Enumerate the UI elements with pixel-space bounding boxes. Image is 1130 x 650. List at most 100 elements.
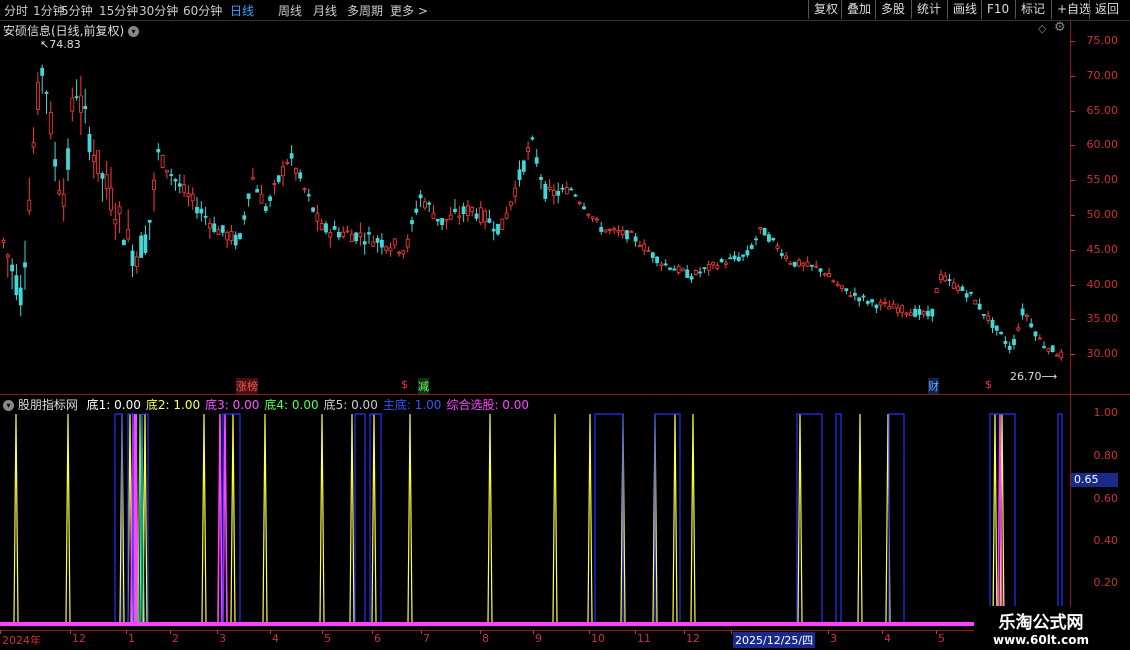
- candle-body: [229, 231, 234, 241]
- diamond-icon[interactable]: ◇: [1038, 22, 1046, 35]
- tab-period-3[interactable]: 15分钟: [99, 2, 138, 19]
- date-tick: 6: [374, 632, 381, 645]
- event-marker[interactable]: 涨榜: [236, 378, 258, 394]
- candle-body: [207, 222, 212, 229]
- candle-body: [345, 230, 350, 233]
- candle-body: [79, 95, 83, 113]
- price-tick-mark: [1071, 111, 1075, 112]
- signal-spike: [371, 413, 377, 623]
- candle-body: [956, 286, 960, 291]
- tab-period-1[interactable]: 1分钟: [33, 2, 65, 19]
- candle-body: [896, 307, 900, 314]
- candle-body: [1029, 323, 1034, 328]
- event-marker[interactable]: 财: [928, 378, 939, 394]
- toolbar-button-3[interactable]: 统计: [911, 0, 946, 19]
- gear-icon[interactable]: ⚙: [1054, 20, 1066, 35]
- candle-body: [827, 273, 831, 278]
- candle-body: [478, 207, 483, 223]
- candle-body: [435, 218, 440, 222]
- tab-period-0[interactable]: 分时: [4, 2, 28, 19]
- toolbar-button-8[interactable]: 返回: [1089, 0, 1124, 19]
- candle-body: [104, 174, 109, 189]
- candle-body: [410, 220, 414, 225]
- candle-body: [87, 133, 92, 153]
- candle-body: [595, 218, 599, 221]
- signal-spike: [201, 413, 207, 623]
- toolbar-button-1[interactable]: 叠加: [841, 0, 876, 19]
- candle-body: [676, 265, 681, 273]
- indicator-tick: 1.00: [1093, 406, 1119, 419]
- candle-body: [66, 148, 70, 170]
- price-tick-mark: [1071, 285, 1075, 286]
- date-tick: 1: [128, 632, 135, 645]
- candle-body: [930, 308, 935, 317]
- tab-period-5[interactable]: 60分钟: [183, 2, 222, 19]
- candle-body: [810, 264, 814, 267]
- toolbar-button-4[interactable]: 画线: [947, 0, 982, 19]
- date-tick-mark: [936, 630, 937, 634]
- candle-body: [857, 297, 862, 302]
- date-tick-mark: [882, 630, 883, 634]
- toolbar-button-0[interactable]: 复权: [808, 0, 843, 19]
- candle-body: [530, 137, 535, 140]
- candle-body: [147, 219, 152, 223]
- candle-body: [822, 273, 827, 276]
- candle-body: [994, 325, 999, 331]
- candle-body: [853, 292, 857, 296]
- candle-body: [508, 201, 513, 206]
- toolbar-button-2[interactable]: 多股: [875, 0, 910, 19]
- tab-period-2[interactable]: 5分钟: [61, 2, 93, 19]
- toolbar-button-6[interactable]: 标记: [1015, 0, 1050, 19]
- indicator-tick: 0.60: [1093, 492, 1119, 505]
- candle-body: [982, 313, 986, 316]
- candle-body: [341, 231, 346, 237]
- candle-body: [689, 276, 694, 280]
- event-marker[interactable]: 减: [418, 378, 429, 394]
- date-tick: 12: [72, 632, 86, 645]
- candlestick-chart[interactable]: [0, 36, 1070, 394]
- candle-body: [233, 234, 238, 246]
- candle-body: [238, 233, 242, 239]
- candle-body: [865, 301, 870, 304]
- candle-body: [848, 295, 853, 297]
- candle-body: [491, 228, 496, 232]
- candle-body: [607, 229, 612, 231]
- candle-body: [1012, 338, 1016, 346]
- tab-period-6[interactable]: 日线: [230, 2, 254, 19]
- candle-body: [921, 311, 926, 315]
- candle-body: [612, 228, 616, 231]
- main-bottom-pulse: [594, 413, 624, 622]
- watermark-url: www.60lt.com: [992, 633, 1090, 647]
- tab-period-10[interactable]: 更多 >: [390, 2, 428, 19]
- candle-body: [324, 223, 328, 233]
- candle-body: [934, 287, 939, 294]
- candle-body: [719, 258, 724, 263]
- toolbar-button-5[interactable]: F10: [981, 0, 1014, 19]
- tab-period-9[interactable]: 多周期: [347, 2, 383, 19]
- tab-period-7[interactable]: 周线: [278, 2, 302, 19]
- candle-body: [48, 112, 53, 135]
- event-marker[interactable]: $: [985, 378, 992, 391]
- event-marker[interactable]: $: [401, 378, 408, 391]
- watermark-logo: 乐淘公式网 www.60lt.com: [974, 606, 1108, 648]
- candle-body: [629, 231, 634, 233]
- date-tick: 11: [637, 632, 651, 645]
- candle-body: [908, 312, 913, 317]
- candle-body: [633, 236, 638, 242]
- candle-body: [418, 194, 423, 199]
- price-tick: 65.00: [1086, 104, 1119, 117]
- tab-period-8[interactable]: 月线: [313, 2, 337, 19]
- price-tick-mark: [1071, 76, 1075, 77]
- candle-body: [526, 147, 530, 152]
- candle-body: [298, 172, 303, 179]
- tab-period-4[interactable]: 30分钟: [139, 2, 178, 19]
- candle-body: [289, 153, 294, 159]
- candle-body: [164, 169, 169, 173]
- candle-body: [749, 245, 754, 249]
- indicator-chart[interactable]: [0, 410, 1070, 630]
- candle-body: [328, 232, 333, 238]
- date-tick: 4: [272, 632, 279, 645]
- date-axis-line: [0, 630, 1070, 631]
- candle-body: [169, 174, 174, 176]
- date-tick-mark: [480, 630, 481, 634]
